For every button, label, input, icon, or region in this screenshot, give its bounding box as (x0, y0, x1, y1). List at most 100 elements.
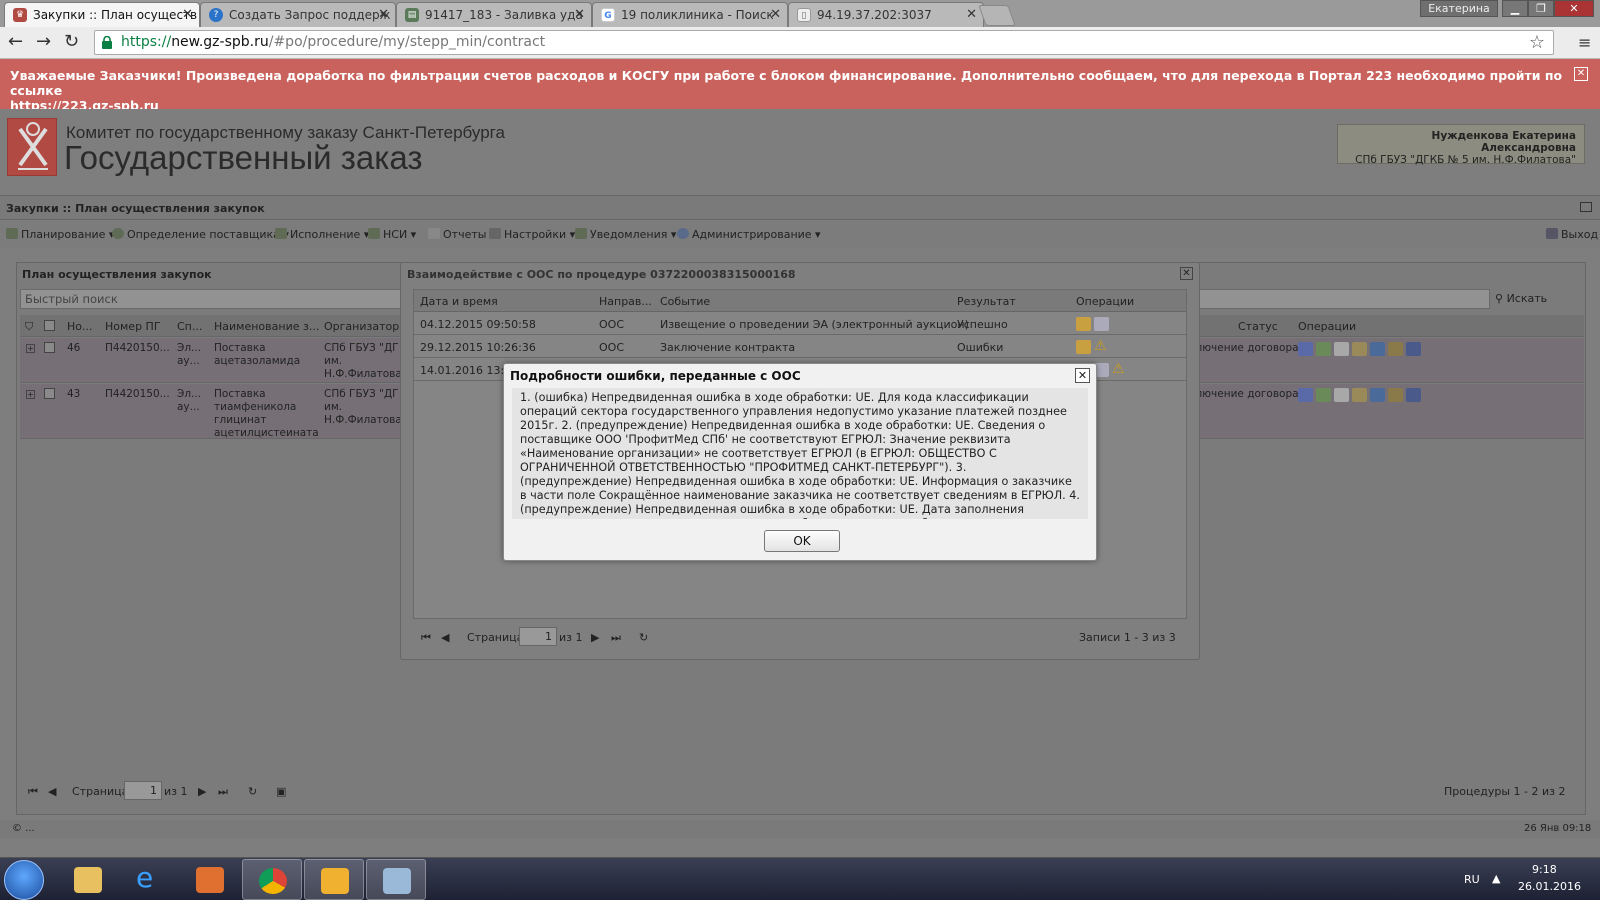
refresh-icon[interactable]: ↻ (639, 631, 648, 644)
status-bar: © ... 26 Янв 09:18 (0, 820, 1600, 838)
taskbar-ie[interactable]: e (120, 859, 180, 900)
col-name[interactable]: Наименование з... (214, 320, 319, 333)
refresh-icon[interactable] (1316, 342, 1331, 356)
bookmark-star-icon[interactable]: ☆ (1529, 32, 1545, 53)
close-banner-icon[interactable]: ✕ (1574, 67, 1588, 81)
emblem-icon[interactable] (1352, 342, 1367, 356)
clock-date[interactable]: 26.01.2016 (1518, 880, 1581, 893)
user-info[interactable]: Нужденкова Екатерина Александровна СПб Г… (1337, 124, 1585, 166)
reload-icon[interactable]: ↻ (64, 33, 79, 51)
taskbar-chrome[interactable] (242, 859, 302, 900)
expand-row-icon[interactable]: + (26, 342, 35, 355)
table-row[interactable]: 29.12.2015 10:26:36 ООС Заключение контр… (414, 336, 1186, 358)
close-dialog-icon[interactable]: ✕ (1180, 267, 1193, 280)
filter-icon[interactable]: ⛉ (25, 320, 33, 334)
minimize-icon[interactable]: ▁ (1502, 0, 1528, 17)
browser-profile[interactable]: Екатерина (1420, 0, 1498, 17)
close-tab-icon[interactable]: ✕ (966, 7, 977, 22)
url-path: /#po/procedure/my/stepp_min/contract (268, 34, 546, 50)
start-button[interactable] (4, 860, 44, 900)
page-number-input[interactable]: 1 (519, 627, 557, 646)
browser-menu-icon[interactable]: ≡ (1578, 33, 1591, 52)
menu-settings[interactable]: Настройки ▾ (489, 228, 575, 241)
exit-button[interactable]: Выход (1546, 228, 1598, 241)
document-edit-icon[interactable] (1094, 317, 1109, 331)
prev-page-icon[interactable]: ◀ (48, 785, 56, 798)
close-tab-icon[interactable]: ✕ (574, 7, 585, 22)
menu-reports[interactable]: Отчеты (428, 228, 486, 241)
menu-execution[interactable]: Исполнение ▾ (275, 228, 369, 241)
browser-tab[interactable]: ? Создать Запрос поддерж ✕ (200, 2, 396, 27)
tray-expand-icon[interactable]: ▲ (1492, 872, 1500, 885)
col-pg[interactable]: Номер ПГ (105, 320, 161, 333)
language-indicator[interactable]: RU (1464, 873, 1480, 886)
taskbar-outlook[interactable] (304, 859, 364, 900)
restore-icon[interactable]: ❐ (1528, 0, 1554, 17)
wrench-icon (489, 228, 501, 239)
taskbar-media[interactable] (180, 859, 240, 900)
prev-page-icon[interactable]: ◀ (441, 631, 449, 644)
warning-icon[interactable]: ⚠ (1112, 361, 1125, 377)
tab-label: 91417_183 - Заливка уда (425, 8, 583, 22)
table-row[interactable]: 04.12.2015 09:50:58 ООС Извещение о пров… (414, 313, 1186, 335)
archive-icon[interactable] (1370, 388, 1385, 402)
taskbar-explorer[interactable] (58, 859, 118, 900)
new-tab-button[interactable] (978, 5, 1016, 26)
col-no[interactable]: Но... (67, 320, 93, 333)
next-page-icon[interactable]: ▶ (198, 785, 206, 798)
last-page-icon[interactable]: ⏭ (611, 631, 621, 645)
back-icon[interactable]: ← (8, 33, 23, 51)
page-number-input[interactable]: 1 (124, 781, 162, 800)
next-page-icon[interactable]: ▶ (591, 631, 599, 644)
forward-icon[interactable]: → (36, 33, 51, 51)
warning-icon[interactable]: ⚠ (1094, 338, 1107, 354)
refresh-icon[interactable]: ↻ (248, 785, 257, 798)
columns-icon[interactable] (1406, 388, 1421, 402)
scroll-icon[interactable] (1388, 342, 1403, 356)
collapse-panel-icon[interactable] (1580, 202, 1592, 212)
select-all-checkbox[interactable] (44, 320, 55, 334)
close-window-icon[interactable]: ✕ (1554, 0, 1594, 17)
ok-button[interactable]: OK (764, 530, 840, 552)
menu-notifications[interactable]: Уведомления ▾ (575, 228, 676, 241)
first-page-icon[interactable]: ⏮ (421, 631, 431, 645)
browser-tab[interactable]: G 19 поликлиника - Поиск ✕ (592, 2, 788, 27)
col-status[interactable]: Статус (1238, 320, 1278, 333)
col-operations: Операции (1298, 320, 1357, 333)
browser-tab[interactable]: ▯ 94.19.37.202:3037 ✕ (788, 2, 984, 27)
col-org[interactable]: Организатор (324, 320, 399, 333)
document-icon[interactable] (1334, 342, 1349, 356)
main-menu: Планирование ▾ Определение поставщика ▾ … (0, 221, 1600, 248)
search-button[interactable]: ⚲ Искать (1495, 292, 1547, 305)
close-tab-icon[interactable]: ✕ (770, 7, 781, 22)
clock-time[interactable]: 9:18 (1532, 863, 1557, 876)
row-checkbox[interactable] (44, 342, 55, 357)
scroll-icon[interactable] (1388, 388, 1403, 402)
browser-tab[interactable]: ▤ 91417_183 - Заливка уда ✕ (396, 2, 592, 27)
menu-supplier[interactable]: Определение поставщика ▾ (112, 228, 289, 241)
chart-icon[interactable] (1298, 342, 1313, 356)
row-checkbox[interactable] (44, 388, 55, 403)
close-tab-icon[interactable]: ✕ (182, 7, 193, 22)
menu-admin[interactable]: Администрирование ▾ (677, 228, 821, 241)
address-bar[interactable]: https://new.gz-spb.ru/#po/procedure/my/s… (94, 30, 1554, 55)
taskbar-paint[interactable] (366, 859, 426, 900)
chart-icon[interactable] (1298, 388, 1313, 402)
package-icon[interactable] (1076, 317, 1091, 331)
expand-row-icon[interactable]: + (26, 388, 35, 401)
first-page-icon[interactable]: ⏮ (28, 785, 38, 799)
save-icon[interactable]: ▣ (276, 785, 286, 798)
document-icon[interactable] (1334, 388, 1349, 402)
menu-nsi[interactable]: НСИ ▾ (368, 228, 416, 241)
refresh-icon[interactable] (1316, 388, 1331, 402)
package-icon[interactable] (1076, 340, 1091, 354)
close-tab-icon[interactable]: ✕ (378, 7, 389, 22)
browser-tab-active[interactable]: ♛ Закупки :: План осуществ ✕ (4, 2, 200, 27)
columns-icon[interactable] (1406, 342, 1421, 356)
col-sp[interactable]: Сп... (177, 320, 202, 333)
emblem-icon[interactable] (1352, 388, 1367, 402)
archive-icon[interactable] (1370, 342, 1385, 356)
menu-planning[interactable]: Планирование ▾ (6, 228, 114, 241)
close-dialog-icon[interactable]: ✕ (1075, 368, 1090, 383)
last-page-icon[interactable]: ⏭ (218, 785, 228, 799)
